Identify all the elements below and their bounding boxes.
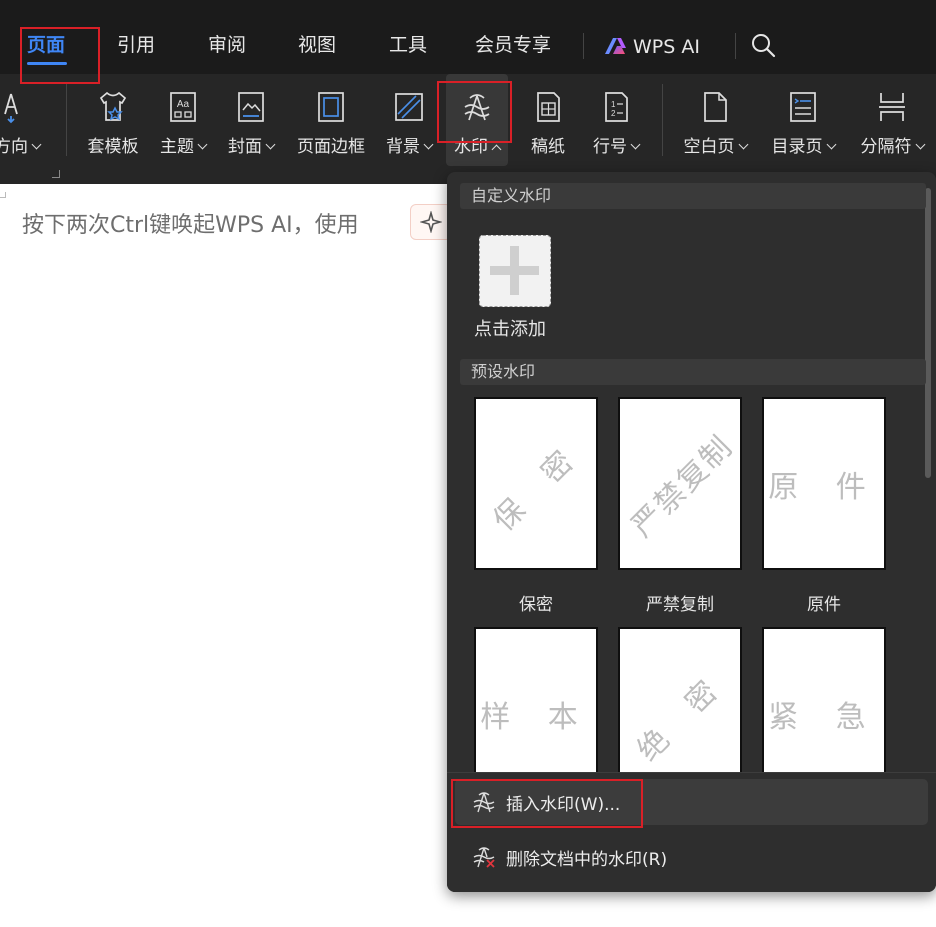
preset-watermark-header: 预设水印 (460, 359, 926, 385)
menu-tab-bar: 页面 引用 审阅 视图 工具 会员专享 WPS AI (0, 0, 936, 74)
tab-member[interactable]: 会员专享 (475, 33, 551, 57)
direction-icon (4, 93, 18, 124)
watermark-preview-text: 绝 密 (630, 664, 735, 768)
wps-ai-logo-icon (605, 38, 626, 54)
toc-page-label: 目录页 (771, 137, 823, 157)
add-custom-watermark-button[interactable] (479, 235, 551, 307)
highlight-page-tab (20, 27, 100, 84)
page-border-label: 页面边框 (297, 137, 365, 157)
tab-divider (735, 33, 736, 59)
highlight-watermark-button (437, 81, 512, 143)
draft-paper-label: 稿纸 (531, 137, 565, 157)
toc-page-button[interactable]: 目录页 (764, 74, 842, 166)
separator-label: 分隔符 (860, 137, 912, 157)
line-number-icon: 1 2 (605, 92, 628, 122)
line-number-label: 行号 (593, 137, 627, 157)
watermark-preview-text: 严禁复制 (624, 428, 741, 544)
panel-scrollbar[interactable] (925, 188, 931, 478)
draft-paper-button[interactable]: 稿纸 (520, 74, 576, 166)
ribbon-divider (66, 84, 67, 156)
cover-button[interactable]: 封面 (220, 74, 282, 166)
blank-page-button[interactable]: 空白页 (676, 74, 754, 166)
page-border-icon (318, 92, 344, 122)
preset-watermark-original[interactable]: 原 件 (762, 397, 886, 570)
preset-label: 严禁复制 (646, 595, 714, 615)
preset-watermark-no-copy[interactable]: 严禁复制 (618, 397, 742, 570)
search-icon[interactable] (750, 32, 776, 58)
blank-page-icon (704, 92, 727, 122)
cover-icon (238, 92, 264, 122)
theme-button[interactable]: Aa 主题 (152, 74, 214, 166)
preset-label: 原件 (807, 595, 841, 615)
preset-label: 保密 (519, 595, 553, 615)
delete-watermark-menu-item[interactable]: 删除文档中的水印(R) (455, 834, 928, 880)
separator-icon (879, 93, 905, 121)
svg-text:Aa: Aa (177, 99, 190, 110)
cover-label: 封面 (228, 137, 262, 157)
page-border-button[interactable]: 页面边框 (290, 74, 372, 166)
delete-watermark-label: 删除文档中的水印(R) (506, 850, 668, 870)
watermark-preview-text: 紧 急 (768, 699, 880, 735)
template-button[interactable]: 套模板 (80, 74, 146, 166)
sparkle-icon (420, 211, 442, 233)
highlight-insert-watermark (451, 779, 643, 828)
wps-ai-hint-text: 按下两次Ctrl键唤起WPS AI，使用 (22, 213, 359, 238)
delete-watermark-icon (473, 847, 495, 868)
preset-watermark-confidential[interactable]: 保 密 (474, 397, 598, 570)
tab-wps-ai-label: WPS AI (633, 36, 700, 58)
background-label: 背景 (386, 137, 420, 157)
template-icon (99, 91, 127, 121)
page-direction-button[interactable]: 方向 (0, 74, 52, 166)
watermark-preview-text: 保 密 (486, 434, 591, 538)
ribbon-expand-corner[interactable] (52, 170, 60, 178)
tab-references[interactable]: 引用 (117, 33, 155, 57)
ribbon-divider (662, 84, 663, 156)
svg-text:2: 2 (611, 109, 616, 118)
svg-text:1: 1 (611, 100, 616, 109)
template-label: 套模板 (87, 137, 139, 157)
tab-view[interactable]: 视图 (298, 33, 336, 57)
page-direction-label: 方向 (0, 137, 28, 157)
document-corner-mark (0, 192, 6, 198)
tab-wps-ai[interactable]: WPS AI (604, 33, 700, 59)
watermark-preview-text: 原 件 (768, 469, 880, 505)
background-button[interactable]: 背景 (378, 74, 440, 166)
theme-label: 主题 (160, 137, 194, 157)
tab-tools[interactable]: 工具 (389, 33, 427, 57)
separator-button[interactable]: 分隔符 (852, 74, 932, 166)
line-number-button[interactable]: 1 2 行号 (584, 74, 648, 166)
toc-page-icon (790, 92, 816, 122)
ai-assist-chip[interactable] (410, 204, 452, 240)
add-custom-watermark-label: 点击添加 (474, 319, 546, 340)
plus-icon-vertical (510, 246, 519, 295)
custom-watermark-header: 自定义水印 (460, 183, 926, 209)
blank-page-label: 空白页 (683, 137, 735, 157)
watermark-preview-text: 样 本 (480, 699, 592, 735)
background-icon (395, 93, 423, 121)
menu-separator (447, 772, 936, 773)
theme-icon: Aa (170, 92, 196, 122)
tab-divider (583, 33, 584, 59)
tab-review[interactable]: 审阅 (208, 33, 246, 57)
draft-paper-icon (537, 92, 560, 122)
